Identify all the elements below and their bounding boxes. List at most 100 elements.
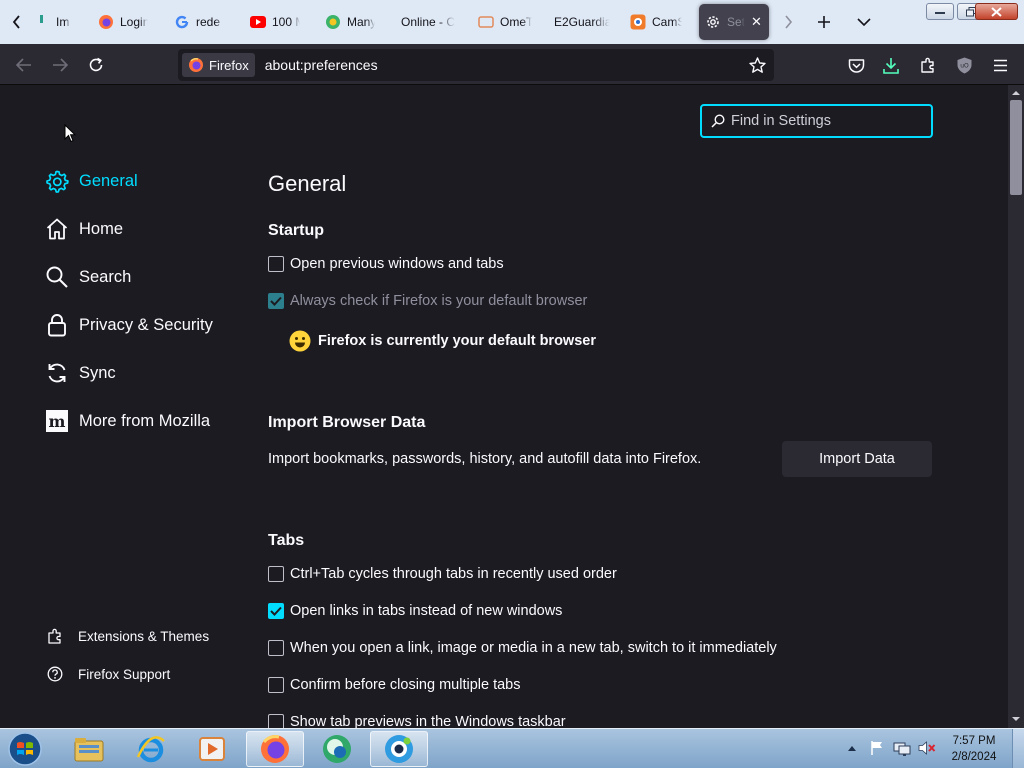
bookmark-star-button[interactable] bbox=[746, 54, 768, 76]
status-text: Firefox is currently your default browse… bbox=[318, 333, 596, 349]
checkbox-checked[interactable] bbox=[268, 293, 284, 309]
browser-tab[interactable]: rede b bbox=[168, 4, 230, 40]
tab-title: E2Guardia bbox=[554, 15, 610, 29]
tabs-option-confirm-close[interactable]: Confirm before closing multiple tabs bbox=[268, 674, 521, 696]
close-tab-icon[interactable]: ✕ bbox=[751, 14, 762, 30]
option-label: When you open a link, image or media in … bbox=[290, 640, 777, 656]
scroll-down-arrow-icon[interactable] bbox=[1012, 715, 1020, 723]
pocket-button[interactable] bbox=[841, 50, 871, 80]
taskbar-app[interactable] bbox=[60, 731, 118, 767]
start-button[interactable] bbox=[0, 731, 50, 767]
forward-button[interactable] bbox=[45, 50, 75, 80]
checkbox[interactable] bbox=[268, 714, 284, 728]
page-scrollbar[interactable] bbox=[1008, 85, 1024, 728]
show-desktop-button[interactable] bbox=[1012, 729, 1024, 768]
browser-tab[interactable]: Imeet bbox=[28, 4, 76, 40]
scroll-tabs-right-button[interactable] bbox=[773, 7, 803, 37]
back-button[interactable] bbox=[9, 50, 39, 80]
category-home[interactable]: Home bbox=[44, 214, 123, 244]
browser-tab[interactable]: Login bbox=[92, 4, 154, 40]
browser-tab[interactable]: CamS bbox=[624, 4, 688, 40]
checkbox[interactable] bbox=[268, 566, 284, 582]
reload-button[interactable] bbox=[81, 50, 111, 80]
lock-icon bbox=[44, 312, 70, 338]
category-general[interactable]: General bbox=[44, 166, 138, 196]
identity-box[interactable]: Firefox bbox=[182, 53, 255, 77]
app-menu-button[interactable] bbox=[985, 50, 1015, 80]
default-browser-status: Firefox is currently your default browse… bbox=[289, 330, 596, 352]
network-icon[interactable] bbox=[892, 738, 912, 758]
browser-tab[interactable]: OmeT bbox=[472, 4, 538, 40]
category-privacy[interactable]: Privacy & Security bbox=[44, 310, 213, 340]
extensions-button[interactable] bbox=[913, 50, 943, 80]
firefox-support-link[interactable]: Firefox Support bbox=[46, 663, 170, 685]
tabs-option-taskbar-previews[interactable]: Show tab previews in the Windows taskbar bbox=[268, 711, 566, 728]
scroll-up-arrow-icon[interactable] bbox=[1012, 89, 1020, 97]
checkbox[interactable] bbox=[268, 677, 284, 693]
taskbar-app[interactable] bbox=[308, 731, 366, 767]
show-hidden-icons-button[interactable] bbox=[842, 738, 862, 758]
windows-start-orb-icon bbox=[8, 732, 42, 766]
help-icon bbox=[46, 665, 64, 683]
tabs-option-switch-immediately[interactable]: When you open a link, image or media in … bbox=[268, 637, 777, 659]
tab-title: Imeet bbox=[56, 15, 70, 29]
settings-search-input[interactable] bbox=[731, 113, 921, 129]
checkbox-checked[interactable] bbox=[268, 603, 284, 619]
ublock-button[interactable]: uO bbox=[949, 50, 979, 80]
browser-tab[interactable]: Online - C bbox=[395, 4, 463, 40]
chevron-left-icon bbox=[12, 15, 20, 29]
search-icon bbox=[711, 114, 725, 128]
tab-title: Many bbox=[347, 15, 375, 29]
windows-taskbar: 7:57 PM 2/8/2024 bbox=[0, 728, 1024, 768]
checkbox[interactable] bbox=[268, 256, 284, 272]
checkmark-icon bbox=[270, 296, 282, 306]
browser-tab[interactable]: 100 M bbox=[244, 4, 306, 40]
scrollbar-thumb[interactable] bbox=[1010, 100, 1022, 195]
action-center-flag-icon[interactable] bbox=[867, 738, 887, 758]
checkbox[interactable] bbox=[268, 640, 284, 656]
close-icon bbox=[991, 6, 1002, 17]
option-label: Show tab previews in the Windows taskbar bbox=[290, 714, 566, 728]
tabs-option-open-in-tabs[interactable]: Open links in tabs instead of new window… bbox=[268, 600, 562, 622]
list-all-tabs-button[interactable] bbox=[849, 7, 879, 37]
browser-tab[interactable]: Many bbox=[319, 4, 381, 40]
arrow-left-icon bbox=[16, 58, 31, 72]
browser-tab[interactable]: E2Guardia bbox=[548, 4, 616, 40]
taskbar-app-active[interactable] bbox=[370, 731, 428, 767]
category-search[interactable]: Search bbox=[44, 262, 131, 292]
taskbar-app-active[interactable] bbox=[246, 731, 304, 767]
category-more-from-mozilla[interactable]: m More from Mozilla bbox=[44, 406, 210, 436]
volume-muted-icon[interactable] bbox=[917, 738, 937, 758]
import-data-button[interactable]: Import Data bbox=[782, 441, 932, 477]
category-sync[interactable]: Sync bbox=[44, 358, 116, 388]
puzzle-icon bbox=[921, 57, 934, 73]
option-label: Open links in tabs instead of new window… bbox=[290, 603, 563, 619]
star-icon bbox=[748, 56, 766, 73]
new-tab-button[interactable] bbox=[809, 7, 839, 37]
downloads-button[interactable] bbox=[876, 50, 906, 80]
settings-search-box[interactable] bbox=[700, 104, 933, 138]
option-label: Confirm before closing multiple tabs bbox=[290, 677, 521, 693]
close-window-button[interactable] bbox=[975, 3, 1018, 20]
startup-option-check-default[interactable]: Always check if Firefox is your default … bbox=[268, 290, 587, 312]
tabs-option-ctrl-tab[interactable]: Ctrl+Tab cycles through tabs in recently… bbox=[268, 563, 617, 585]
internet-explorer-icon bbox=[136, 736, 165, 763]
startup-option-restore-session[interactable]: Open previous windows and tabs bbox=[268, 253, 504, 275]
camera-app-icon bbox=[385, 735, 413, 763]
taskbar-app[interactable] bbox=[122, 731, 180, 767]
extensions-themes-link[interactable]: Extensions & Themes bbox=[46, 625, 209, 647]
mozilla-icon: m bbox=[44, 408, 70, 434]
url-text[interactable]: about:preferences bbox=[265, 57, 378, 73]
preferences-page: General Home Search Privacy & Security S… bbox=[0, 85, 1008, 728]
browser-tab-active[interactable]: Set ✕ bbox=[699, 4, 769, 40]
minimize-icon bbox=[935, 11, 945, 14]
taskbar-app[interactable] bbox=[183, 731, 241, 767]
address-bar[interactable]: Firefox about:preferences bbox=[178, 49, 774, 81]
tab-title: CamS bbox=[652, 15, 682, 29]
page-title: General bbox=[268, 171, 347, 196]
plus-icon bbox=[818, 16, 830, 28]
firefox-icon bbox=[98, 14, 114, 30]
system-clock[interactable]: 7:57 PM 2/8/2024 bbox=[944, 733, 1004, 765]
minimize-button[interactable] bbox=[926, 3, 954, 20]
puzzle-icon bbox=[46, 627, 64, 645]
